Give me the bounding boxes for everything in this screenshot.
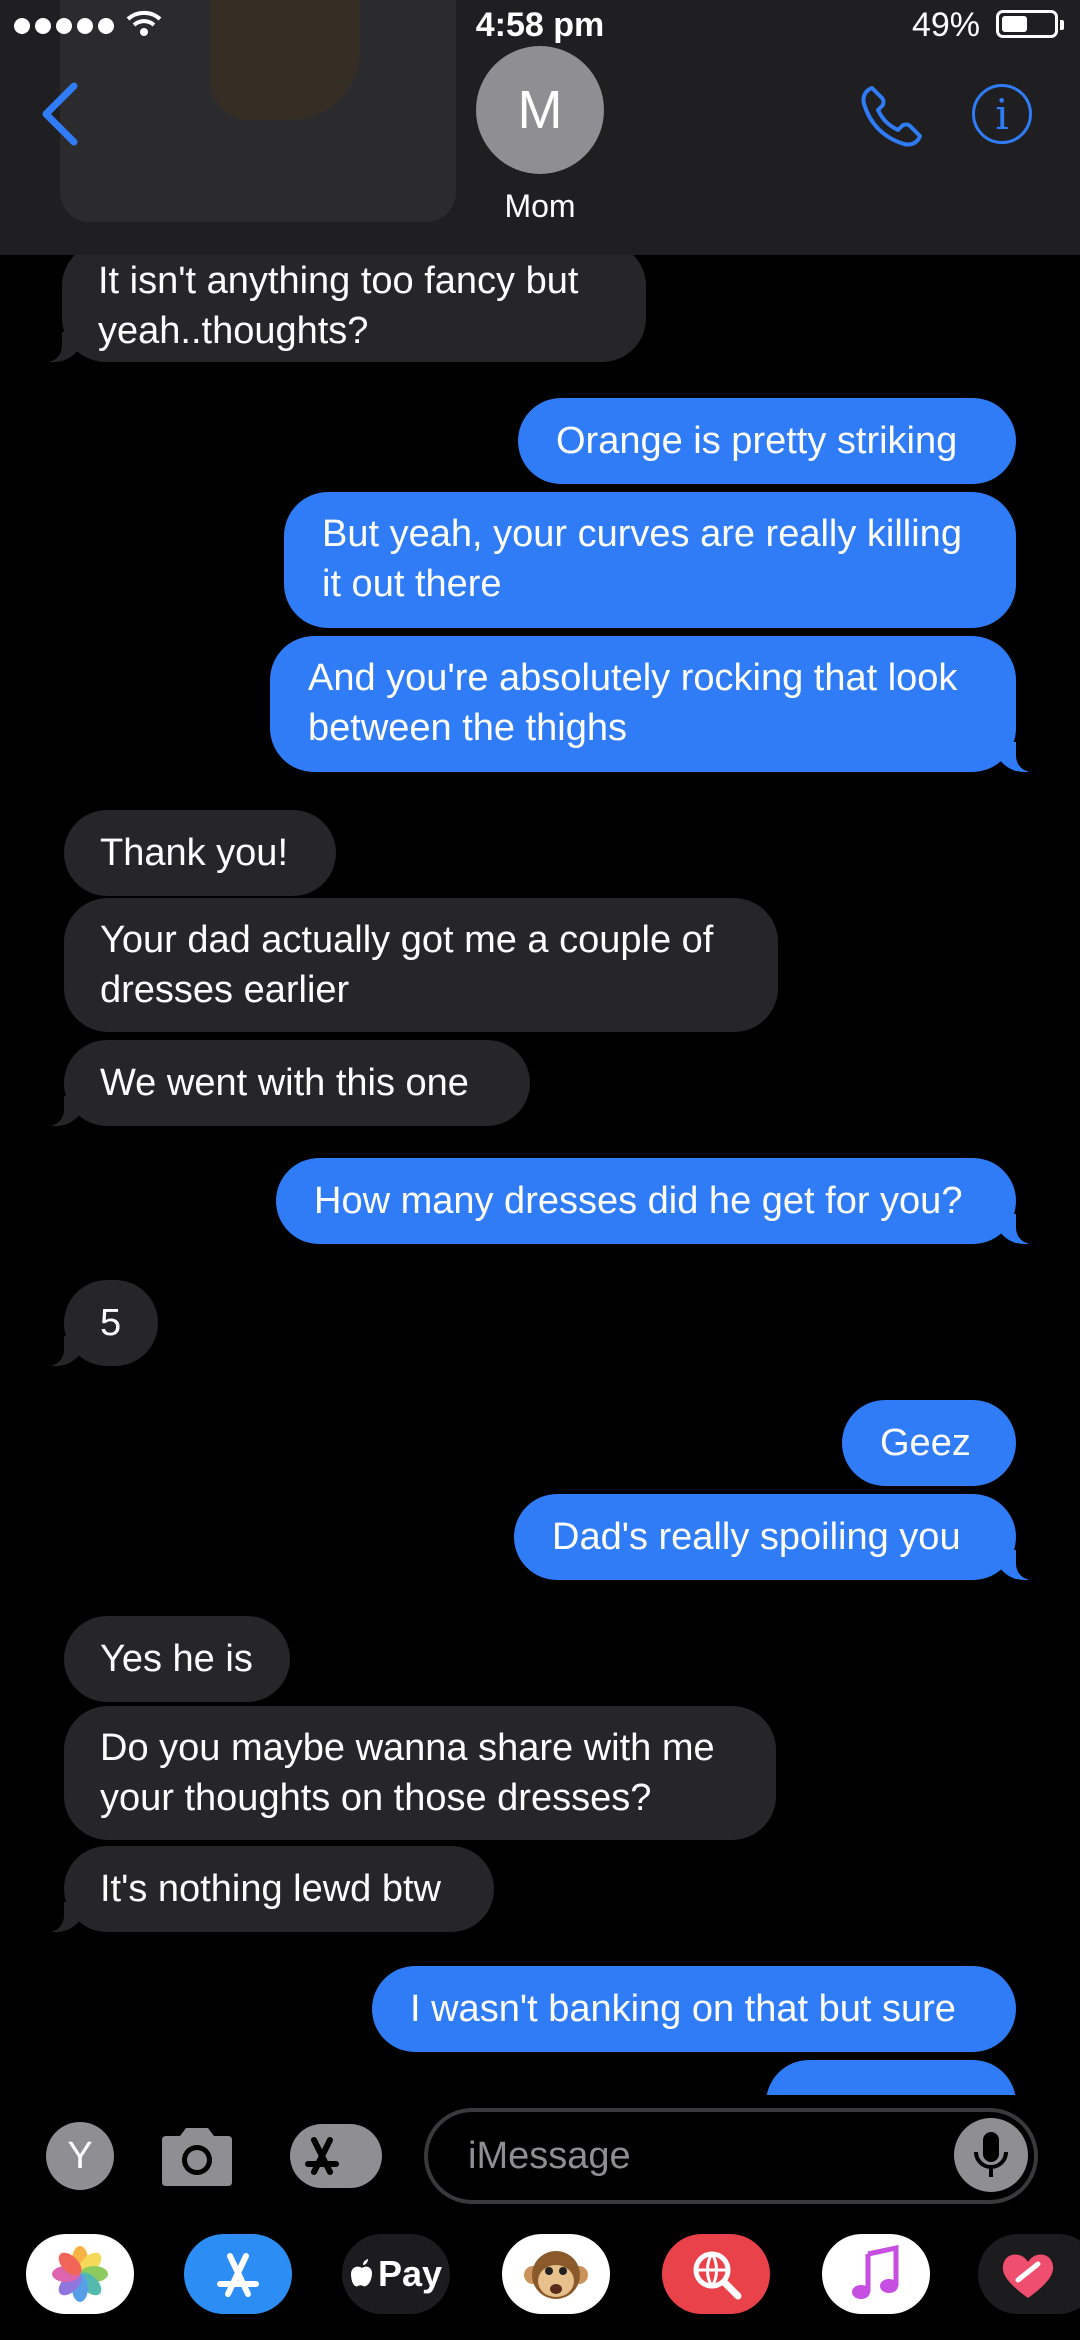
message-line: But yeah, your curves are really killing xyxy=(322,513,962,555)
incoming-message[interactable]: Thank you! xyxy=(64,810,336,896)
outgoing-message[interactable]: Geez xyxy=(842,1400,1016,1486)
message-text: Yes he is xyxy=(100,1638,253,1680)
incoming-message[interactable]: Your dad actually got me a couple of dre… xyxy=(64,898,778,1032)
message-text: Orange is pretty striking xyxy=(556,420,958,462)
contact-name[interactable]: Mom xyxy=(440,188,640,225)
message-text: It's nothing lewd btw xyxy=(100,1868,441,1910)
message-line: Your dad actually got me a couple of xyxy=(100,919,714,961)
back-chevron-icon[interactable] xyxy=(38,82,82,146)
battery-fill xyxy=(1002,16,1027,32)
avatar-initial: M xyxy=(517,80,563,140)
digital-touch-icon[interactable] xyxy=(978,2234,1080,2314)
battery-percentage: 49% xyxy=(911,6,980,44)
message-text: 5 xyxy=(100,1302,122,1344)
message-text: I wasn't banking on that but sure xyxy=(410,1988,956,2030)
apple-pay-icon[interactable]: Pay xyxy=(342,2234,450,2314)
outgoing-message[interactable]: I wasn't banking on that but sure xyxy=(372,1966,1016,2052)
message-line: It isn't anything too fancy but xyxy=(98,260,579,302)
incoming-message[interactable]: Yes he is xyxy=(64,1616,290,1702)
incoming-message[interactable]: It isn't anything too fancy but yeah..th… xyxy=(36,242,646,362)
app-store-icon xyxy=(305,2137,339,2175)
imessage-input[interactable]: iMessage xyxy=(424,2108,1038,2204)
incoming-message[interactable]: Do you maybe wanna share with me your th… xyxy=(64,1706,776,1840)
message-text: How many dresses did he get for you? xyxy=(314,1180,963,1222)
message-line: Do you maybe wanna share with me xyxy=(100,1727,715,1769)
app-store-icon[interactable] xyxy=(184,2234,292,2314)
battery-icon xyxy=(996,10,1064,38)
contact-avatar[interactable]: M xyxy=(476,46,604,174)
message-line: yeah..thoughts? xyxy=(98,310,369,352)
outgoing-message[interactable]: Orange is pretty striking xyxy=(518,398,1016,484)
message-line: your thoughts on those dresses? xyxy=(100,1777,652,1819)
apple-pay-label: Pay xyxy=(377,2253,443,2294)
app-button[interactable]: Y xyxy=(46,2122,114,2190)
photos-icon[interactable] xyxy=(26,2234,134,2314)
outgoing-message[interactable]: How many dresses did he get for you? xyxy=(276,1158,1042,1244)
outgoing-message[interactable]: Dad's really spoiling you xyxy=(514,1494,1042,1580)
message-line: dresses earlier xyxy=(100,969,350,1011)
music-icon[interactable] xyxy=(822,2234,930,2314)
outgoing-message[interactable]: But yeah, your curves are really killing… xyxy=(284,492,1016,628)
message-line: between the thighs xyxy=(308,707,628,749)
message-text: We went with this one xyxy=(100,1062,469,1104)
message-line: it out there xyxy=(322,563,502,605)
message-line: And you're absolutely rocking that look xyxy=(308,657,958,699)
incoming-message[interactable]: 5 xyxy=(38,1280,158,1366)
animoji-icon[interactable] xyxy=(502,2234,610,2314)
app-drawer: Pay xyxy=(0,2220,1080,2340)
camera-icon[interactable] xyxy=(158,2124,236,2188)
info-icon[interactable]: i xyxy=(972,84,1032,144)
incoming-message[interactable]: It's nothing lewd btw xyxy=(38,1846,494,1932)
app-store-drawer-button[interactable] xyxy=(290,2124,382,2188)
status-bar: 4:58 pm 49% xyxy=(0,0,1080,50)
conversation-header: 4:58 pm 49% M Mom i xyxy=(0,0,1080,255)
message-text: Dad's really spoiling you xyxy=(552,1516,961,1558)
web-search-icon[interactable] xyxy=(662,2234,770,2314)
incoming-message[interactable]: We went with this one xyxy=(38,1040,530,1126)
message-text: Geez xyxy=(880,1422,971,1464)
microphone-icon[interactable] xyxy=(954,2118,1028,2192)
phone-icon[interactable] xyxy=(858,82,926,150)
outgoing-message[interactable]: And you're absolutely rocking that look … xyxy=(270,636,1042,772)
message-text: Thank you! xyxy=(100,832,288,874)
imessage-placeholder: iMessage xyxy=(468,2135,631,2177)
